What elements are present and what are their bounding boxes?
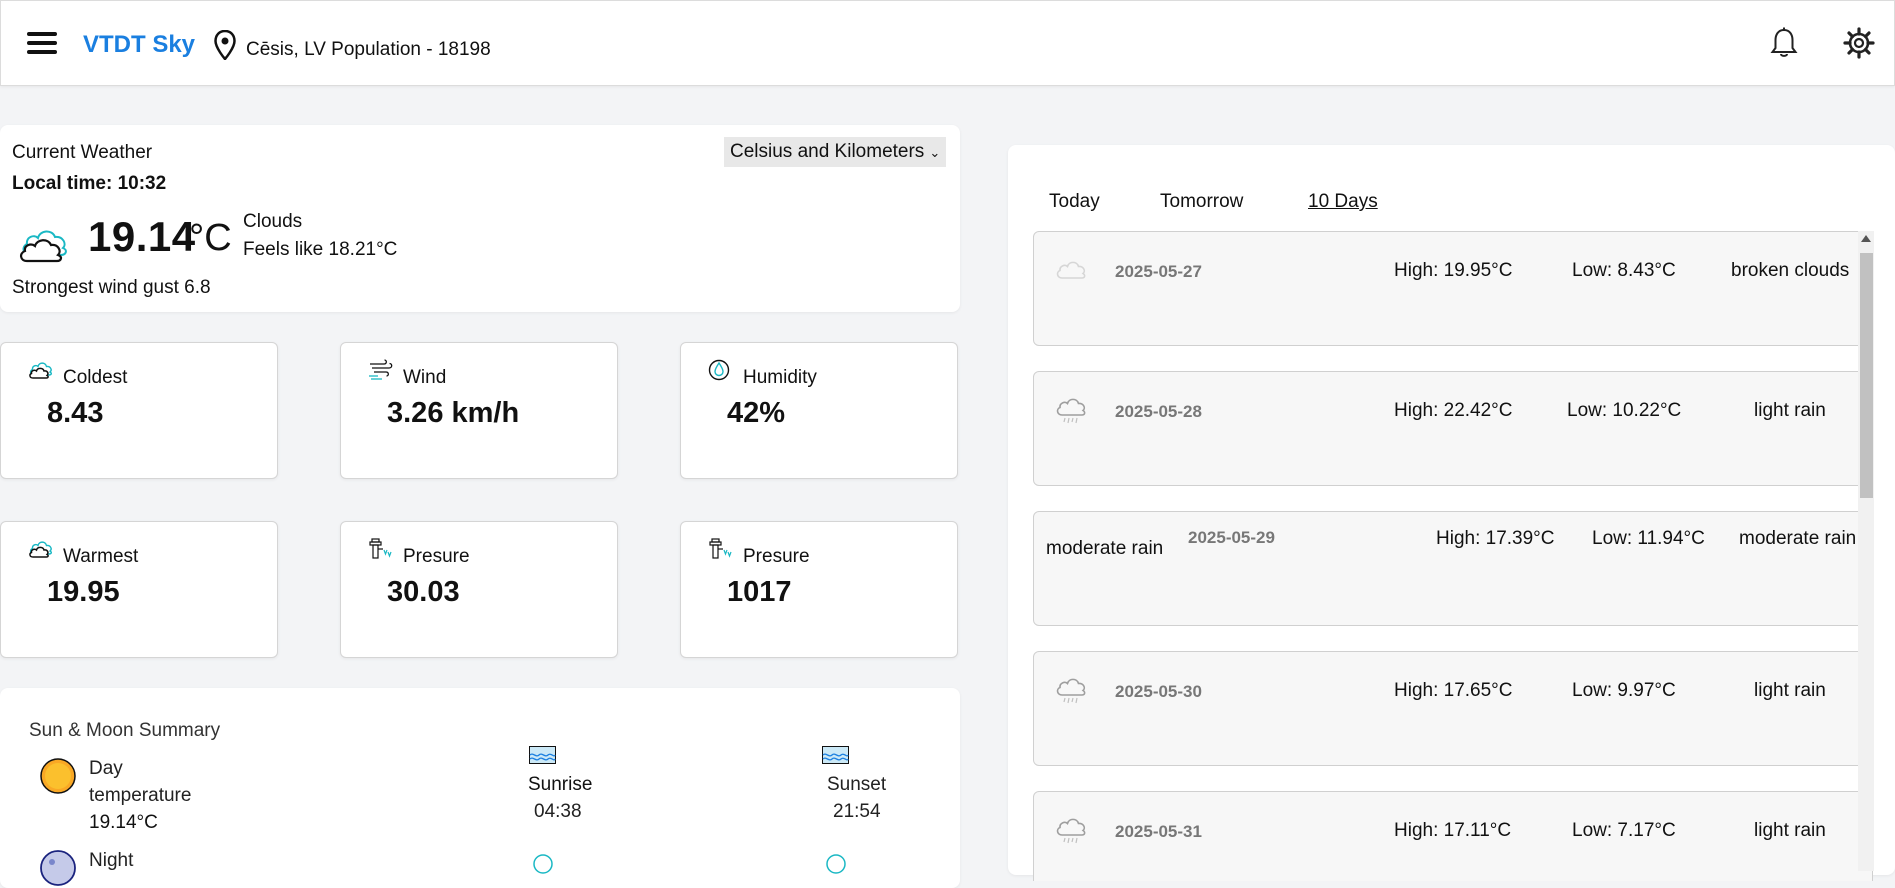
forecast-low: Low: 9.97°C: [1572, 680, 1676, 701]
unit-select[interactable]: Celsius and Kilometers ⌄: [724, 137, 947, 167]
forecast-date: 2025-05-29: [1188, 528, 1275, 547]
temperature-unit: °C: [189, 217, 232, 259]
wind-tile: Wind 3.26 km/h: [340, 342, 618, 479]
sun-moon-title: Sun & Moon Summary: [29, 720, 221, 741]
scrollbar-thumb[interactable]: [1860, 253, 1873, 498]
tile-value: 8.43: [47, 397, 104, 429]
forecast-row: 2025-05-28 High: 22.42°C Low: 10.22°C li…: [1033, 371, 1873, 486]
rain-cloud-icon: [1056, 398, 1086, 424]
pressure-inhg-tile: Presure 30.03: [340, 521, 618, 658]
forecast-row: moderate rain 2025-05-29 High: 17.39°C L…: [1033, 511, 1873, 626]
cloud-icon: [29, 362, 52, 379]
wind-icon: [369, 359, 393, 380]
forecast-date: 2025-05-27: [1115, 262, 1202, 281]
top-bar: VTDT Sky Cēsis, LV Population - 18198: [0, 0, 1895, 86]
location-pin-icon: [214, 30, 236, 60]
tile-label: Coldest: [63, 367, 128, 388]
feels-like: Feels like 18.21°C: [243, 239, 398, 260]
cloud-icon: [20, 230, 67, 263]
forecast-low: Low: 11.94°C: [1592, 528, 1705, 549]
rain-cloud-icon: [1056, 818, 1086, 844]
tile-value: 42%: [727, 397, 786, 429]
sunrise-icon: [529, 746, 556, 764]
forecast-description: light rain: [1754, 820, 1826, 841]
unit-select-value: Celsius and Kilometers: [730, 141, 925, 162]
rain-cloud-icon: [1056, 678, 1086, 704]
sunset-icon: [822, 746, 849, 764]
chevron-down-icon: ⌄: [929, 145, 941, 160]
forecast-low: Low: 8.43°C: [1572, 260, 1676, 281]
forecast-date: 2025-05-31: [1115, 822, 1202, 841]
tile-label: Humidity: [743, 367, 817, 388]
forecast-low: Low: 7.17°C: [1572, 820, 1676, 841]
bell-icon[interactable]: [1769, 27, 1799, 59]
tile-label: Presure: [743, 546, 810, 567]
forecast-list[interactable]: 2025-05-27 High: 19.95°C Low: 8.43°C bro…: [1033, 231, 1875, 881]
pressure-icon: [369, 538, 392, 559]
day-temperature: 19.14°C: [89, 812, 158, 833]
forecast-row: 2025-05-27 High: 19.95°C Low: 8.43°C bro…: [1033, 231, 1873, 346]
forecast-date: 2025-05-28: [1115, 402, 1202, 421]
weather-description: Clouds: [243, 211, 303, 232]
forecast-high: High: 19.95°C: [1394, 260, 1513, 281]
forecast-high: High: 17.65°C: [1394, 680, 1513, 701]
forecast-description: moderate rain: [1739, 528, 1857, 549]
scroll-up-arrow-icon[interactable]: [1861, 235, 1871, 242]
forecast-scrollbar[interactable]: [1858, 231, 1874, 871]
forecast-description: broken clouds: [1731, 260, 1850, 281]
tile-value: 1017: [727, 576, 792, 608]
tab-10-days[interactable]: 10 Days: [1308, 191, 1378, 213]
forecast-description: light rain: [1754, 680, 1826, 701]
forecast-row: 2025-05-30 High: 17.65°C Low: 9.97°C lig…: [1033, 651, 1873, 766]
forecast-high: High: 17.11°C: [1394, 820, 1512, 841]
day-label: Day: [89, 758, 123, 779]
warmest-tile: Warmest 19.95: [0, 521, 278, 658]
current-weather-title: Current Weather: [12, 142, 153, 163]
tab-today[interactable]: Today: [1049, 191, 1100, 213]
tile-value: 30.03: [387, 576, 460, 608]
sunrise-time: 04:38: [534, 801, 582, 822]
tile-label: Presure: [403, 546, 470, 567]
sunrise-label: Sunrise: [528, 774, 593, 795]
day-label-2: temperature: [89, 785, 192, 806]
forecast-low: Low: 10.22°C: [1567, 400, 1682, 421]
forecast-high: High: 17.39°C: [1436, 528, 1555, 549]
location-text: Cēsis, LV Population - 18198: [246, 39, 491, 60]
sun-icon: [40, 758, 76, 794]
night-label: Night: [89, 850, 134, 871]
forecast-icon-alt-text: moderate rain: [1046, 538, 1164, 559]
cloud-icon: [29, 541, 52, 558]
moonset-icon: [826, 854, 846, 874]
sunset-label: Sunset: [827, 774, 887, 795]
tile-value: 3.26 km/h: [387, 397, 520, 429]
humidity-icon: [708, 359, 730, 381]
cloud-icon: [1056, 261, 1086, 279]
tile-label: Wind: [403, 367, 447, 388]
local-time: Local time: 10:32: [12, 173, 167, 194]
forecast-description: light rain: [1754, 400, 1826, 421]
forecast-date: 2025-05-30: [1115, 682, 1202, 701]
moon-icon: [40, 850, 76, 886]
forecast-panel: Today Tomorrow 10 Days 2025-05-27 High: …: [1008, 145, 1895, 881]
hamburger-menu-icon[interactable]: [27, 32, 57, 54]
sunset-time: 21:54: [833, 801, 881, 822]
wind-gust: Strongest wind gust 6.8: [12, 277, 211, 298]
current-weather-card: Current Weather Local time: 10:32 19.14 …: [0, 125, 960, 312]
humidity-tile: Humidity 42%: [680, 342, 958, 479]
current-temperature: 19.14: [88, 213, 196, 260]
coldest-tile: Coldest 8.43: [0, 342, 278, 479]
tile-value: 19.95: [47, 576, 120, 608]
tile-label: Warmest: [63, 546, 139, 567]
forecast-row: 2025-05-31 High: 17.11°C Low: 7.17°C lig…: [1033, 791, 1873, 881]
tab-tomorrow[interactable]: Tomorrow: [1160, 191, 1243, 213]
pressure-icon: [709, 538, 732, 559]
gear-icon[interactable]: [1843, 27, 1875, 59]
moonrise-icon: [533, 854, 553, 874]
pressure-hpa-tile: Presure 1017: [680, 521, 958, 658]
sun-moon-card: Sun & Moon Summary Day temperature 19.14…: [0, 688, 960, 888]
brand-logo[interactable]: VTDT Sky: [83, 31, 195, 59]
forecast-high: High: 22.42°C: [1394, 400, 1513, 421]
